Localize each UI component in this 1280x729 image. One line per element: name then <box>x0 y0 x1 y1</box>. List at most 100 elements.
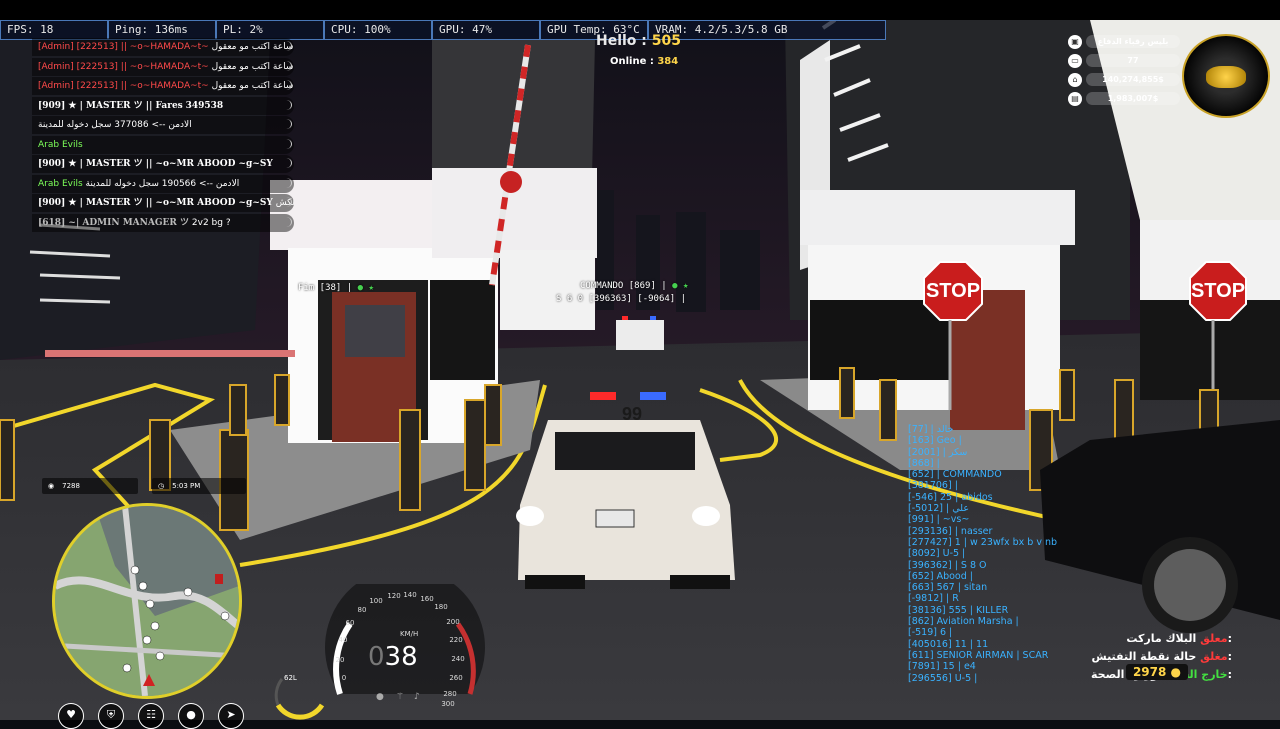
packet-loss-readout: PL: 2% <box>216 20 324 40</box>
gauge-tick: 0 <box>342 674 346 682</box>
speed-readout: 038 <box>368 642 418 672</box>
gauge-tick: 160 <box>420 595 433 603</box>
level-value: 77 <box>1086 54 1180 67</box>
chat-line: [909] ★ | MASTER ツ || Fares 349538 <box>32 96 294 115</box>
fuel-gauge <box>274 678 325 720</box>
star-icon: ● ★ <box>357 283 374 293</box>
player-entry: [296556] U-5 | <box>908 672 978 684</box>
speed-unit: KM/H <box>400 630 419 638</box>
player-entry: [38136] 555 | KILLER <box>908 604 1009 616</box>
gauge-tick: 40 <box>339 636 348 644</box>
svg-text:99: 99 <box>622 404 642 424</box>
chat-message: الادمن --> 377086 سجل دخوله للمدينة <box>38 120 192 130</box>
gauge-tick: 140 <box>403 591 416 599</box>
fps-readout: FPS: 18 <box>0 20 108 40</box>
clock-box: ◷ 5:03 PM <box>152 478 246 494</box>
chat-prefix: Arab Evils <box>38 178 83 189</box>
chat-line: [Admin] [222513] || ~o~HAMADA~t~ لي ساعة… <box>32 77 294 95</box>
player-entry: [8092] U-5 | <box>908 548 966 560</box>
shield-icon: ⛨ <box>98 703 124 729</box>
svg-text:STOP: STOP <box>1191 280 1245 302</box>
chat-prefix: [618] ~| ADMIN MANAGER ツ <box>38 217 190 228</box>
hello-counter: Hello : 505 <box>596 33 681 49</box>
performance-overlay: FPS: 18 Ping: 136ms PL: 2% CPU: 100% GPU… <box>0 20 886 40</box>
player-entry: [293136] | nasser <box>908 525 993 537</box>
money-panel: ▣ بليس رقباء الدفاع ▭ 77 ⌂ 140,274,855$ … <box>1068 34 1180 110</box>
gauge-tick: 80 <box>358 606 367 614</box>
player-entry: [-9812] | R <box>908 593 959 605</box>
postal-code: 7288 <box>62 482 80 490</box>
chat-line: Arab Evils <box>32 135 294 154</box>
chat-prefix: [900] ★ | MASTER ツ || ~o~MR ABOOD ~g~SY <box>38 198 273 208</box>
job-title: بليس رقباء الدفاع <box>1086 35 1180 48</box>
clock-time: 5:03 PM <box>172 482 201 490</box>
player-entry: [405016] 11 | 11 <box>908 638 989 650</box>
player-entry: [611] SENIOR AIRMAN | SCAR <box>908 649 1049 661</box>
player-entry: [163] Geo | <box>908 435 962 447</box>
engine-icon: ● <box>376 692 384 702</box>
gauge-tick: 200 <box>446 618 459 626</box>
chat-line: [618] ~| ADMIN MANAGER ツ 2v2 bg ? <box>32 213 294 232</box>
gauge-tick: 100 <box>369 597 382 605</box>
fuel-readout: 62L <box>284 674 297 682</box>
checkpoint-value: مغلق <box>1200 650 1228 663</box>
wallet-icon: ▤ <box>1068 91 1082 106</box>
chat-prefix: [900] ★ | MASTER ツ || ~o~MR ABOOD ~g~SY <box>38 159 273 169</box>
postal-box: ◉ 7288 <box>42 478 138 494</box>
food-icon: ☷ <box>138 703 164 729</box>
gauge-tick: 120 <box>387 592 400 600</box>
chat-message: 2v2 bg ? <box>191 217 231 228</box>
coin-icon: ● <box>1170 665 1182 679</box>
chat-message: لي ساعة اكتب مو معقول <box>211 81 294 91</box>
coins-value: 2978 <box>1132 665 1167 679</box>
sound-icon: ♪ <box>414 692 420 702</box>
online-counter: Online : 384 <box>610 56 678 67</box>
heart-icon: ♥ <box>58 703 84 729</box>
chat-prefix: [Admin] [222513] || ~o~HAMADA~t~ <box>38 42 209 52</box>
player-entry: [-546] 25 | abidos <box>908 491 993 503</box>
chat-prefix: Arab Evils <box>38 139 83 150</box>
player-entry: [2001] | سكر <box>908 446 968 458</box>
chat-prefix: [Admin] [222513] || ~o~HAMADA~t~ <box>38 61 209 72</box>
speed-leading-zero: 0 <box>368 642 385 672</box>
player-nametag: Fim [38] | ● ★ <box>298 283 374 293</box>
star-icon: ● ★ <box>672 281 689 291</box>
player-entry: [277427] 1 | w 23wfx bx b v nb <box>908 536 1058 548</box>
bank-row: ⌂ 140,274,855$ <box>1068 72 1180 87</box>
cash-row: ▤ 1,983,007$ <box>1068 91 1180 106</box>
player-entry: [-519] 6 | <box>908 627 953 639</box>
coins-badge: 2978 ● <box>1126 664 1188 680</box>
hello-label: Hello : <box>596 33 647 49</box>
nametag-text: Fim [38] | <box>298 283 353 293</box>
player-entry: [396362] | S 8 O <box>908 559 987 571</box>
chat-message: مكلكش <box>275 198 294 208</box>
cash-balance: 1,983,007$ <box>1086 92 1180 105</box>
nametag-text: COMMANDO [869] | <box>580 281 667 291</box>
chat-message: 349538 <box>185 100 224 111</box>
chat-prefix: [Admin] [222513] || ~o~HAMADA~t~ <box>38 81 209 91</box>
player-entry: [663] 567 | sitan <box>908 582 988 594</box>
chat-line: [900] ★ | MASTER ツ || ~o~MR ABOOD ~g~SY <box>32 155 294 173</box>
chat-line: [900] ★ | MASTER ツ || ~o~MR ABOOD ~g~SY … <box>32 194 294 212</box>
player-entry: [652] | COMMANDO <box>908 469 1002 481</box>
chat-message: الادمن --> 190566 سجل دخوله للمدينة <box>85 178 240 189</box>
player-entry: [862] Aviation Marsha | <box>908 616 1019 628</box>
cpu-readout: CPU: 100% <box>324 20 432 40</box>
gpu-readout: GPU: 47% <box>432 20 540 40</box>
card-icon: ▭ <box>1068 53 1082 68</box>
briefcase-icon: ▣ <box>1068 34 1082 49</box>
gauge-tick: 180 <box>434 603 447 611</box>
nametag-text: S 6 0 [396363] <box>556 294 632 304</box>
clock-icon: ◷ <box>158 482 165 490</box>
level-row: ▭ 77 <box>1068 53 1180 68</box>
player-nametag: COMMANDO [869] | ● ★ <box>580 281 688 291</box>
player-entry: [7891] 15 | e4 <box>908 661 976 673</box>
chat-line: [Admin] [222513] || ~o~HAMADA~t~ لي ساعة… <box>32 57 294 76</box>
chat-line: [Admin] [222513] || ~o~HAMADA~t~ لي ساعة… <box>32 38 294 56</box>
svg-text:STOP: STOP <box>926 280 980 302</box>
player-entry: [652] Abood | <box>908 570 973 582</box>
minimap[interactable] <box>52 503 242 699</box>
run-icon: ➤ <box>218 703 244 729</box>
player-entry: [-5012] | علي <box>908 503 969 515</box>
black-market-value: معلق <box>1200 632 1228 645</box>
